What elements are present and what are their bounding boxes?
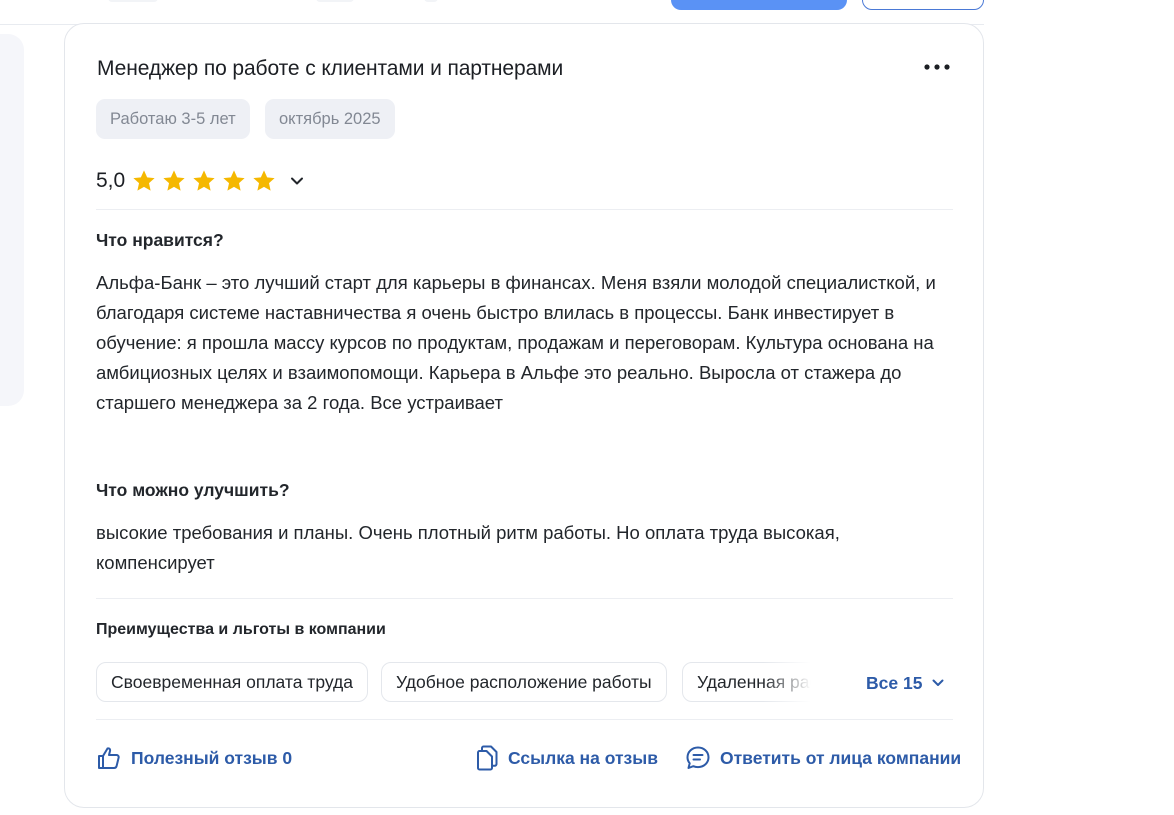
chevron-down-icon [932, 679, 944, 686]
show-all-label: Все 15 [866, 672, 923, 693]
header-tab[interactable] [316, 0, 354, 2]
left-side-panel [0, 34, 24, 406]
divider [96, 209, 953, 210]
chevron-down-icon[interactable] [287, 171, 307, 191]
divider [96, 598, 953, 599]
star-icon [133, 170, 155, 191]
header-tab[interactable] [108, 0, 158, 2]
chat-icon [686, 746, 710, 769]
likes-heading: Что нравится? [96, 230, 224, 250]
top-header [0, 0, 984, 25]
more-options-button[interactable] [921, 56, 953, 78]
helpful-review-label: Полезный отзыв 0 [131, 747, 293, 768]
review-title: Менеджер по работе с клиентами и партнер… [97, 57, 564, 80]
review-card: Менеджер по работе с клиентами и партнер… [64, 23, 984, 808]
star-icon [163, 170, 185, 191]
header-primary-button[interactable] [671, 0, 847, 10]
copy-icon [477, 745, 498, 771]
benefits-fade [763, 662, 823, 702]
review-link-label: Ссылка на отзыв [508, 747, 658, 768]
star-icon [253, 170, 275, 191]
reply-as-company-label: Ответить от лица компании [720, 747, 962, 768]
benefit-chip[interactable]: Удобное расположение работы [381, 662, 667, 702]
likes-text: Альфа-Банк – это лучший старт для карьер… [96, 272, 936, 413]
more-dots-icon [924, 64, 950, 70]
rating-row: 5,0 [96, 166, 307, 196]
review-link-button[interactable]: Ссылка на отзыв [475, 744, 658, 772]
thumbs-up-icon [98, 747, 120, 769]
benefit-chip[interactable]: Своевременная оплата труда [96, 662, 368, 702]
improve-heading: Что можно улучшить? [96, 480, 290, 500]
benefits-heading: Преимущества и льготы в компании [96, 621, 386, 638]
date-tag: октябрь 2025 [265, 99, 395, 139]
experience-tag: Работаю 3-5 лет [96, 99, 250, 139]
reply-as-company-button[interactable]: Ответить от лица компании [685, 744, 961, 772]
rating-stars [131, 168, 277, 194]
star-icon [223, 170, 245, 191]
improve-text: высокие требования и планы. Очень плотны… [96, 522, 840, 573]
benefits-list: Своевременная оплата труда Удобное распо… [96, 662, 823, 702]
helpful-review-button[interactable]: Полезный отзыв 0 [96, 744, 292, 772]
header-tab[interactable] [424, 0, 438, 2]
rating-value: 5,0 [96, 169, 126, 192]
show-all-benefits-button[interactable]: Все 15 [866, 671, 946, 695]
header-secondary-button[interactable] [862, 0, 984, 10]
star-icon [193, 170, 215, 191]
divider [96, 719, 953, 720]
page: Менеджер по работе с клиентами и партнер… [0, 0, 1174, 815]
